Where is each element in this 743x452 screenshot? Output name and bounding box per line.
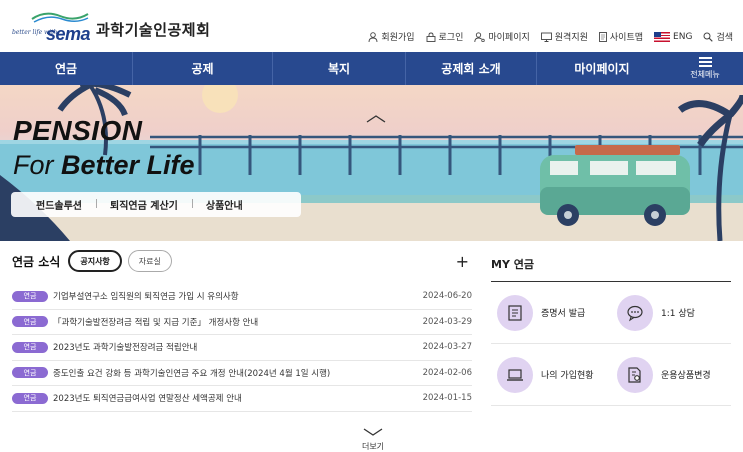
consultation-button[interactable]: 1:1 상담 [611,282,731,344]
certificate-issue-label: 증명서 발급 [541,309,586,319]
login-label: 로그인 [438,33,464,43]
main-nav: 연금 공제 복지 공제회 소개 마이페이지 전체메뉴 [0,52,743,85]
remote-support-label: 원격지원 [554,33,588,43]
news-item[interactable]: 연금 기업부설연구소 임직원의 퇴직연금 가입 시 유의사항 2024-06-2… [12,284,472,310]
my-pension-menu: 증명서 발급 1:1 상담 나의 가입현황 운용상품변경 [491,282,731,406]
logo-text: sema [46,24,91,44]
document-settings-icon [617,356,653,393]
english-label: ENG [673,31,693,42]
chevron-down-icon [363,428,383,436]
all-menu-label: 전체메뉴 [690,70,720,79]
hero-title-prefix: For [13,150,54,180]
nav-pension[interactable]: 연금 [0,52,133,85]
news-item-title[interactable]: 중도인출 요건 강화 등 과학기술인연금 주요 개정 안내(2024년 4월 1… [53,367,416,379]
document-icon [598,31,607,42]
news-item[interactable]: 연금 2023년도 과학기술발전장려금 적립안내 2024-03-27 [12,335,472,361]
nav-about[interactable]: 공제회 소개 [406,52,537,85]
monitor-icon [540,32,552,42]
chat-bubble-icon [617,294,653,331]
tab-product-info[interactable]: 상품안내 [191,197,257,212]
category-badge: 연금 [12,316,48,328]
certificate-issue-button[interactable]: 증명서 발급 [491,282,611,344]
certificate-icon [497,294,533,331]
news-list: 연금 기업부설연구소 임직원의 퇴직연금 가입 시 유의사항 2024-06-2… [12,284,472,412]
news-item-date: 2024-03-29 [422,316,472,327]
news-item-title[interactable]: 기업부설연구소 임직원의 퇴직연금 가입 시 유의사항 [53,290,416,302]
signup-label: 회원가입 [381,33,415,43]
search-label: 검색 [716,33,733,43]
news-item-date: 2024-06-20 [422,291,472,302]
news-item-title[interactable]: 2023년도 퇴직연금급여사업 연말정산 세액공제 안내 [53,392,416,404]
more-label: 더보기 [361,442,385,451]
news-item-date: 2024-03-27 [422,342,472,353]
mypage-link[interactable]: 마이페이지 [474,30,530,43]
category-badge: 연금 [12,341,48,353]
search-icon [703,32,714,42]
site-header: better life with sema 과학기술인공제회 회원가입 로그인 … [0,0,743,52]
lock-icon [426,32,435,42]
camper-van-icon [540,145,690,226]
news-item[interactable]: 연금 중도인출 요건 강화 등 과학기술인연금 주요 개정 안내(2024년 4… [12,361,472,386]
news-item[interactable]: 연금 「과학기술발전장려금 적립 및 지급 기준」 개정사항 안내 2024-0… [12,310,472,335]
news-title: 연금 소식 [12,254,61,269]
hero-quick-tabs: 펀드솔루션 퇴직연금 계산기 상품안내 [11,192,301,217]
consultation-label: 1:1 상담 [661,309,695,319]
search-link[interactable]: 검색 [703,30,733,43]
my-subscription-label: 나의 가입현황 [541,371,594,381]
my-subscription-button[interactable]: 나의 가입현황 [491,344,611,406]
laptop-icon [497,356,533,393]
news-item-title[interactable]: 「과학기술발전장려금 적립 및 지급 기준」 개정사항 안내 [53,316,416,328]
news-more-plus-button[interactable]: + [456,252,469,271]
change-product-label: 운용상품변경 [661,371,711,381]
news-item-date: 2024-01-15 [422,393,472,404]
more-button[interactable]: 더보기 [360,421,386,452]
change-product-button[interactable]: 운용상품변경 [611,344,731,406]
utility-links: 회원가입 로그인 마이페이지 원격지원 사이트맵 ENG 검색 [368,30,733,43]
nav-mypage[interactable]: 마이페이지 [537,52,667,85]
sitemap-label: 사이트맵 [609,33,644,43]
category-badge: 연금 [12,392,48,404]
sema-logo[interactable]: better life with sema [12,10,94,44]
filter-notice[interactable]: 공지사항 [68,250,122,272]
hero-title-better-life: For Better Life [13,150,195,181]
all-menu-button[interactable]: 전체메뉴 [667,52,743,85]
my-pension-title: MY 연금 [491,256,731,282]
sitemap-link[interactable]: 사이트맵 [598,30,644,43]
hero-title-pension: PENSION [13,115,143,146]
user-icon [368,31,378,42]
nav-welfare[interactable]: 복지 [273,52,406,85]
signup-link[interactable]: 회원가입 [368,30,415,43]
news-item[interactable]: 연금 2023년도 퇴직연금급여사업 연말정산 세액공제 안내 2024-01-… [12,386,472,412]
hero-title-bold: Better Life [61,150,195,180]
pension-news: 연금 소식 공지사항 자료실 + 연금 기업부설연구소 임직원의 퇴직연금 가입… [12,248,472,412]
my-pension-panel: MY 연금 증명서 발급 1:1 상담 나의 가입현황 운용상품변경 [491,256,731,406]
login-link[interactable]: 로그인 [426,30,464,43]
chevron-up-icon[interactable] [366,115,386,123]
tab-fund-solution[interactable]: 펀드솔루션 [11,197,96,212]
category-badge: 연금 [12,290,48,302]
english-link[interactable]: ENG [654,30,692,43]
user-gear-icon [474,31,486,42]
logo-swoosh-icon [31,12,89,23]
news-item-date: 2024-02-06 [422,367,472,378]
news-item-title[interactable]: 2023년도 과학기술발전장려금 적립안내 [53,341,416,353]
remote-support-link[interactable]: 원격지원 [540,30,588,43]
news-header: 연금 소식 공지사항 자료실 + [12,248,472,274]
filter-archive[interactable]: 자료실 [127,250,172,272]
us-flag-icon [654,31,671,42]
hamburger-icon [698,57,712,67]
org-name[interactable]: 과학기술인공제회 [96,19,210,40]
tab-retirement-calculator[interactable]: 퇴직연금 계산기 [96,197,192,212]
hero-banner: PENSION For Better Life 펀드솔루션 퇴직연금 계산기 상… [0,85,743,241]
category-badge: 연금 [12,367,48,379]
mypage-label: 마이페이지 [488,33,530,43]
nav-mutual-aid[interactable]: 공제 [133,52,273,85]
